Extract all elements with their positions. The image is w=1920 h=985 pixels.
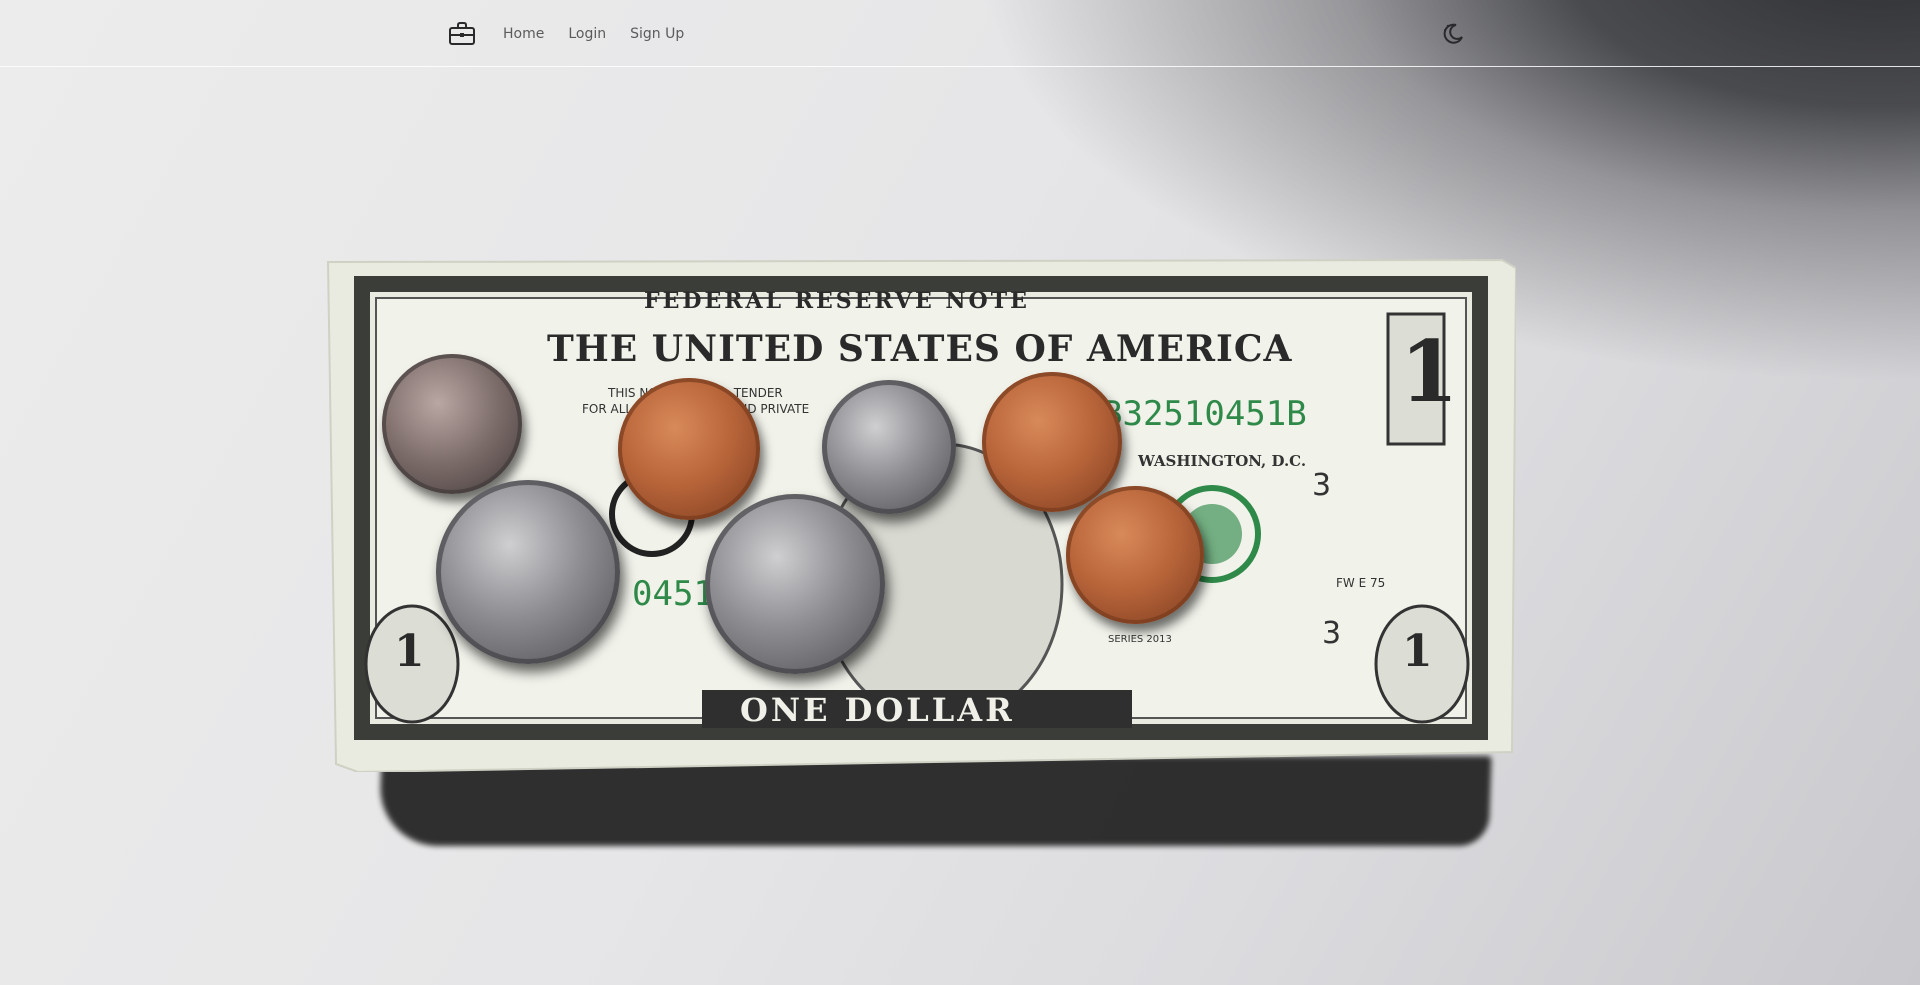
nav-inner: Home Login Sign Up — [447, 0, 708, 67]
nav-link-login[interactable]: Login — [568, 26, 606, 42]
bill-plate: FW E 75 — [1336, 576, 1386, 590]
bill-series: SERIES 2013 — [1108, 634, 1172, 645]
briefcase-icon[interactable] — [447, 19, 477, 49]
coin-dime — [822, 380, 956, 514]
bill-header: FEDERAL RESERVE NOTE — [644, 288, 1030, 314]
coin-penny-1 — [618, 378, 760, 520]
bill-small-number-2: 3 — [1322, 616, 1342, 651]
dollar-bill-image: FEDERAL RESERVE NOTE THE UNITED STATES O… — [322, 254, 1516, 772]
moon-stars-icon[interactable] — [1440, 20, 1466, 46]
bill-title: THE UNITED STATES OF AMERICA — [547, 328, 1293, 370]
nav-link-signup[interactable]: Sign Up — [630, 26, 684, 42]
bill-number-right: 1 — [1402, 626, 1434, 677]
bill-serial-partial: 0451 — [632, 574, 714, 614]
navbar: Home Login Sign Up — [0, 0, 1920, 67]
bill-number-top-right: 1 — [1400, 322, 1460, 421]
coin-dime-worn — [382, 354, 522, 494]
bill-city: WASHINGTON, D.C. — [1138, 452, 1307, 470]
bill-denomination: ONE DOLLAR — [740, 691, 1015, 729]
coin-penny-2 — [982, 372, 1122, 512]
bill-number-left: 1 — [394, 626, 426, 677]
bill-small-number-1: 3 — [1312, 468, 1332, 503]
coin-quarter-1 — [436, 480, 620, 664]
coin-quarter-2 — [705, 494, 885, 674]
coin-penny-3 — [1066, 486, 1204, 624]
nav-link-home[interactable]: Home — [503, 26, 544, 42]
bill-serial-number: B32510451B — [1102, 394, 1307, 434]
